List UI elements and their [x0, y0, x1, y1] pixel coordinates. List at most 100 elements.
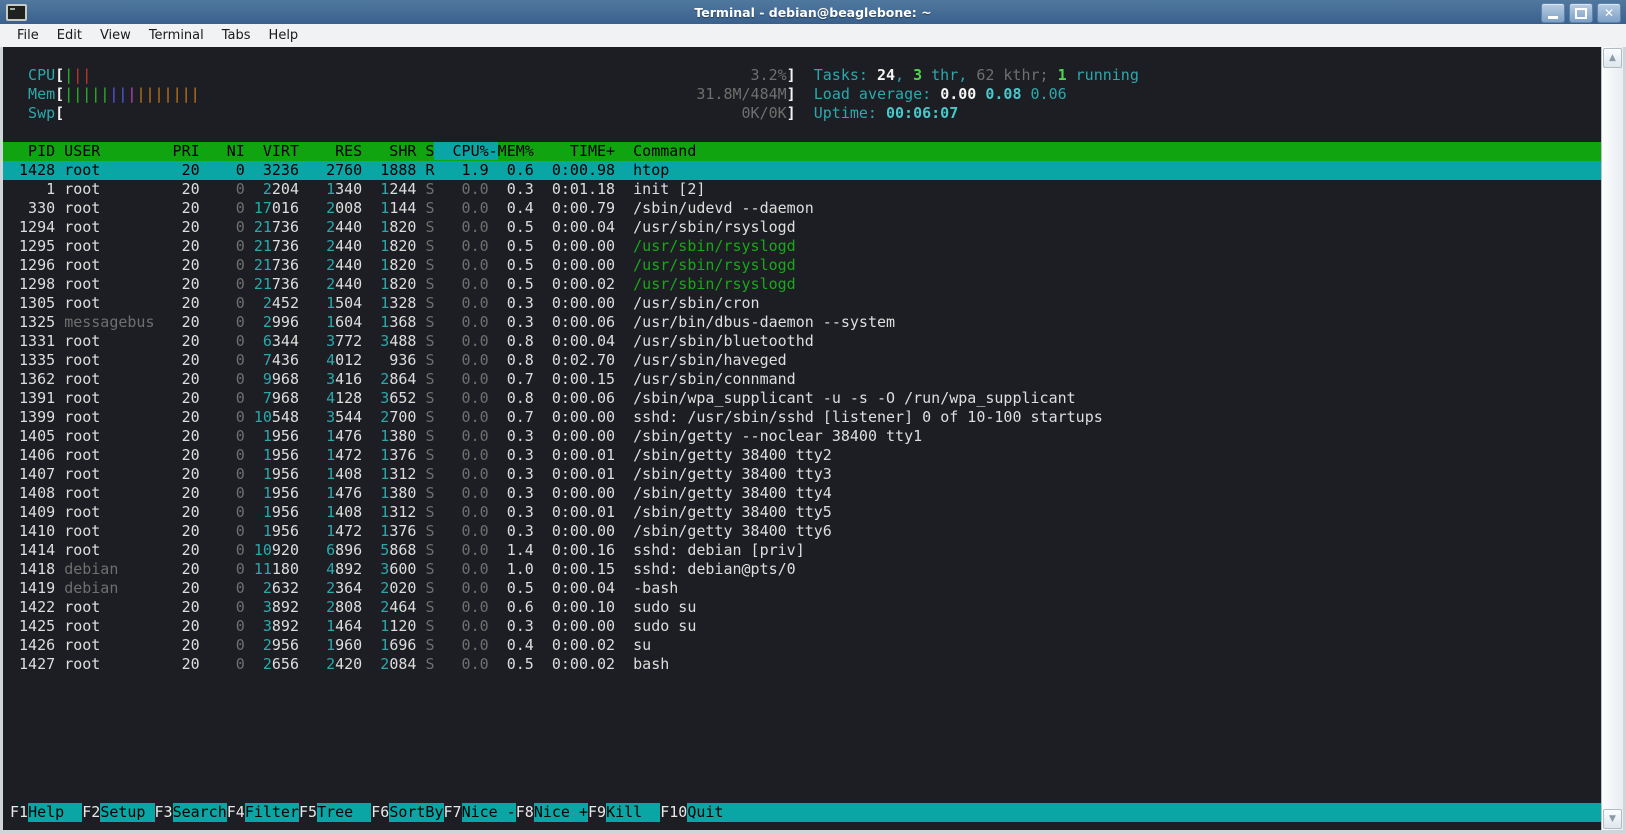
titlebar[interactable]: Terminal - debian@beaglebone: ~ ✕: [0, 0, 1626, 24]
text-segment: [489, 256, 498, 274]
menu-item-file[interactable]: File: [8, 25, 48, 46]
pri-cell: 20: [155, 408, 200, 426]
pid-cell: 1407: [10, 465, 55, 483]
menu-item-view[interactable]: View: [91, 25, 140, 46]
mem-number-high: 4: [299, 560, 335, 578]
table-row[interactable]: 1362 root 20 0 9968 3416 2864 S 0.0 0.7 …: [10, 370, 1601, 389]
menu-item-edit[interactable]: Edit: [48, 25, 91, 46]
fbar-button-nice-[interactable]: Nice -: [462, 803, 516, 822]
table-row[interactable]: 1407 root 20 0 1956 1408 1312 S 0.0 0.3 …: [10, 465, 1601, 484]
mem-number-low: 632: [272, 579, 299, 597]
user-cell: root: [64, 389, 154, 407]
cpu-cell: 0.0: [434, 332, 488, 350]
table-row[interactable]: 330 root 20 0 17016 2008 1144 S 0.0 0.4 …: [10, 199, 1601, 218]
table-row[interactable]: 1425 root 20 0 3892 1464 1120 S 0.0 0.3 …: [10, 617, 1601, 636]
minimize-button[interactable]: [1541, 3, 1565, 23]
mem-number-low: 204: [272, 180, 299, 198]
mem-cell: 0.6: [498, 161, 534, 179]
mem-number-low: 084: [389, 655, 416, 673]
fbar-button-help[interactable]: Help: [28, 803, 82, 822]
table-row[interactable]: 1408 root 20 0 1956 1476 1380 S 0.0 0.3 …: [10, 484, 1601, 503]
text-segment: [489, 465, 498, 483]
table-row[interactable]: 1335 root 20 0 7436 4012 936 S 0.0 0.8 0…: [10, 351, 1601, 370]
function-key-bar: F1Help F2Setup F3SearchF4FilterF5Tree F6…: [10, 803, 1601, 822]
fbar-button-nice-[interactable]: Nice +: [534, 803, 588, 822]
mem-number-low: 364: [335, 579, 362, 597]
text-segment: [796, 85, 814, 103]
table-row[interactable]: 1305 root 20 0 2452 1504 1328 S 0.0 0.3 …: [10, 294, 1601, 313]
table-row[interactable]: 1391 root 20 0 7968 4128 3652 S 0.0 0.8 …: [10, 389, 1601, 408]
table-row[interactable]: 1422 root 20 0 3892 2808 2464 S 0.0 0.6 …: [10, 598, 1601, 617]
fbar-button-search[interactable]: Search: [173, 803, 227, 822]
mem-cell: 0.4: [498, 636, 534, 654]
fbar-button-sortby[interactable]: SortBy: [389, 803, 443, 822]
user-cell: root: [64, 351, 154, 369]
pid-cell: 1405: [10, 427, 55, 445]
pri-cell: 20: [155, 161, 200, 179]
table-row[interactable]: 1296 root 20 0 21736 2440 1820 S 0.0 0.5…: [10, 256, 1601, 275]
pid-cell: 1419: [10, 579, 55, 597]
scroll-down-arrow-icon[interactable]: ▼: [1603, 809, 1622, 829]
table-row[interactable]: 1295 root 20 0 21736 2440 1820 S 0.0 0.5…: [10, 237, 1601, 256]
mem-cell: 0.3: [498, 484, 534, 502]
text-segment: [489, 617, 498, 635]
ni-cell: 0: [200, 503, 245, 521]
table-row[interactable]: 1294 root 20 0 21736 2440 1820 S 0.0 0.5…: [10, 218, 1601, 237]
menu-item-terminal[interactable]: Terminal: [140, 25, 213, 46]
table-row[interactable]: 1426 root 20 0 2956 1960 1696 S 0.0 0.4 …: [10, 636, 1601, 655]
terminal-screen[interactable]: CPU[||| 3.2%] Tasks: 24, 3 thr, 62 kthr;…: [3, 47, 1601, 830]
menu-item-help[interactable]: Help: [260, 25, 308, 46]
fbar-button-filter[interactable]: Filter: [245, 803, 299, 822]
user-cell: debian: [64, 579, 154, 597]
table-row[interactable]: 1410 root 20 0 1956 1472 1376 S 0.0 0.3 …: [10, 522, 1601, 541]
mem-number-low: 868: [389, 541, 416, 559]
maximize-button[interactable]: [1569, 3, 1593, 23]
table-row[interactable]: 1418 debian 20 0 11180 4892 3600 S 0.0 1…: [10, 560, 1601, 579]
scrollbar[interactable]: ▲ ▼: [1601, 47, 1623, 830]
fbar-button-kill[interactable]: Kill: [606, 803, 660, 822]
mem-number-low: 380: [389, 427, 416, 445]
maximize-icon: [1575, 8, 1587, 19]
scroll-up-arrow-icon[interactable]: ▲: [1603, 48, 1622, 68]
table-row[interactable]: 1 root 20 0 2204 1340 1244 S 0.0 0.3 0:0…: [10, 180, 1601, 199]
text-segment: [55, 275, 64, 293]
mem-number-low: 440: [335, 275, 362, 293]
mem-number-high: 2: [299, 256, 335, 274]
mem-number-high: 1: [299, 294, 335, 312]
time-cell: 0:00.15: [534, 560, 615, 578]
mem-number-low: 008: [335, 199, 362, 217]
cpu-cell: 0.0: [434, 579, 488, 597]
fbar-button-setup[interactable]: Setup: [100, 803, 154, 822]
info-segment: 0.00: [940, 85, 985, 103]
mem-number-high: 1: [245, 446, 272, 464]
table-row[interactable]: 1419 debian 20 0 2632 2364 2020 S 0.0 0.…: [10, 579, 1601, 598]
mem-number-high: 1: [362, 199, 389, 217]
fbar-button-quit[interactable]: Quit: [687, 803, 1601, 822]
text-segment: ]: [787, 66, 796, 84]
table-row[interactable]: 1414 root 20 0 10920 6896 5868 S 0.0 1.4…: [10, 541, 1601, 560]
pid-cell: 1294: [10, 218, 55, 236]
text-segment: [55, 541, 64, 559]
table-row[interactable]: 1427 root 20 0 2656 2420 2084 S 0.0 0.5 …: [10, 655, 1601, 674]
mem-number-low: 476: [335, 484, 362, 502]
menu-item-tabs[interactable]: Tabs: [213, 25, 260, 46]
table-row[interactable]: 1298 root 20 0 21736 2440 1820 S 0.0 0.5…: [10, 275, 1601, 294]
text-segment: [489, 408, 498, 426]
table-header-left: PID USER PRI NI VIRT RES SHR S: [10, 142, 434, 160]
command-cell: /usr/bin/dbus-daemon --system: [633, 313, 895, 331]
cpu-cell: 1.9: [434, 161, 488, 179]
ni-cell: 0: [200, 313, 245, 331]
table-row[interactable]: 1399 root 20 0 10548 3544 2700 S 0.0 0.7…: [10, 408, 1601, 427]
close-button[interactable]: ✕: [1597, 3, 1621, 23]
mem-number-low: 956: [272, 427, 299, 445]
table-header-row[interactable]: PID USER PRI NI VIRT RES SHR S CPU%-MEM%…: [3, 142, 1601, 161]
mem-number-low: 408: [335, 465, 362, 483]
table-row[interactable]: 1409 root 20 0 1956 1408 1312 S 0.0 0.3 …: [10, 503, 1601, 522]
fbar-button-tree[interactable]: Tree: [317, 803, 371, 822]
table-row[interactable]: 1325 messagebus 20 0 2996 1604 1368 S 0.…: [10, 313, 1601, 332]
table-row[interactable]: 1331 root 20 0 6344 3772 3488 S 0.0 0.8 …: [10, 332, 1601, 351]
table-row[interactable]: 1405 root 20 0 1956 1476 1380 S 0.0 0.3 …: [10, 427, 1601, 446]
text-segment: [615, 598, 633, 616]
table-row[interactable]: 1406 root 20 0 1956 1472 1376 S 0.0 0.3 …: [10, 446, 1601, 465]
table-row[interactable]: 1428 root 20 0 3236 2760 1888 R 1.9 0.6 …: [3, 161, 1601, 180]
